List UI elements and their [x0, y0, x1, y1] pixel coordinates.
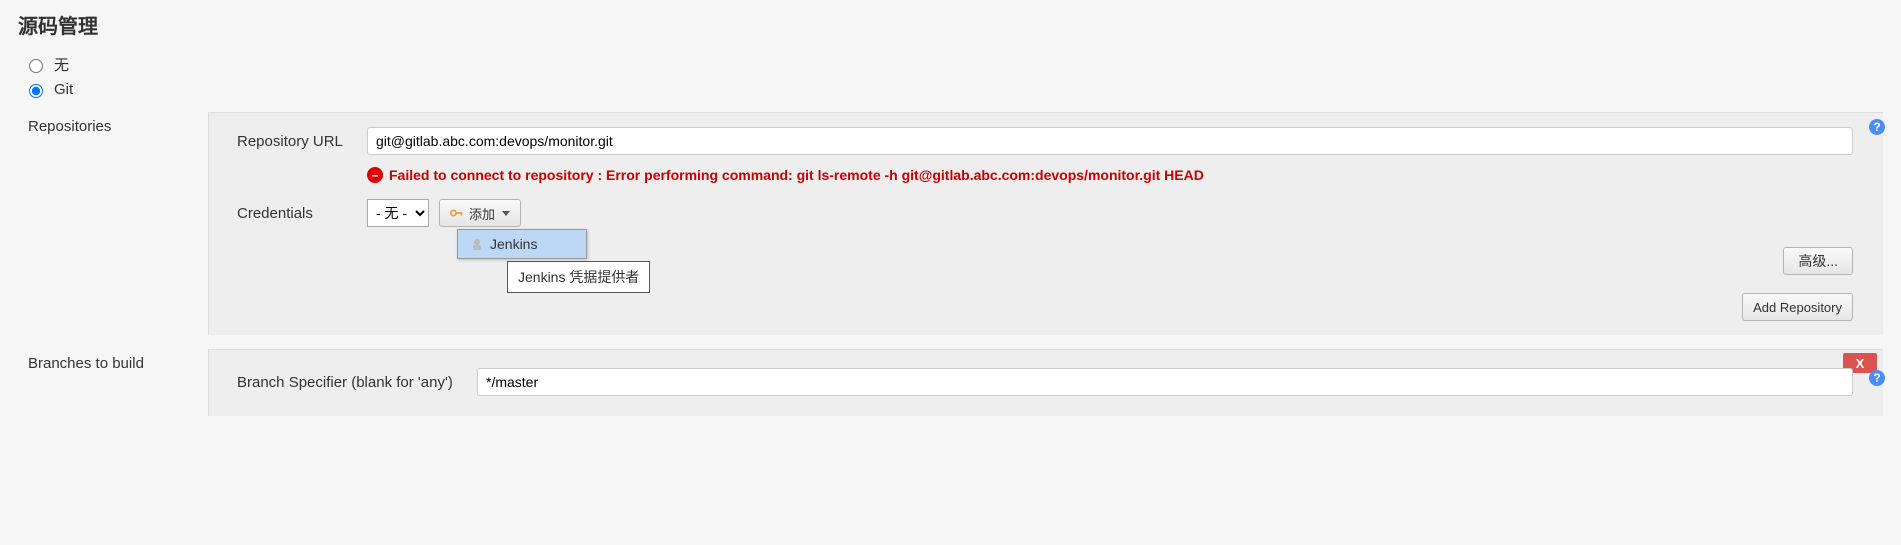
credentials-dropdown-item-jenkins[interactable]: Jenkins: [458, 230, 586, 258]
scm-option-git[interactable]: Git: [24, 81, 1883, 98]
repo-url-input[interactable]: [367, 127, 1853, 155]
caret-icon: [502, 211, 510, 216]
error-icon: [367, 167, 383, 183]
repo-error: Failed to connect to repository : Error …: [367, 167, 1853, 183]
repositories-block: Repositories Repository URL Failed to co…: [28, 112, 1883, 335]
credentials-select[interactable]: - 无 -: [367, 199, 429, 227]
repo-url-label: Repository URL: [237, 127, 367, 150]
help-icon[interactable]: [1869, 370, 1885, 386]
section-title: 源码管理: [18, 10, 1883, 39]
radio-none-label: 无: [54, 54, 69, 75]
repo-error-text: Failed to connect to repository : Error …: [389, 167, 1204, 183]
branch-specifier-label: Branch Specifier (blank for 'any'): [237, 368, 477, 391]
branches-block: Branches to build X Branch Specifier (bl…: [28, 349, 1883, 416]
add-credentials-button[interactable]: 添加: [439, 199, 521, 227]
credentials-tooltip: Jenkins 凭据提供者: [507, 261, 650, 293]
key-icon: [450, 207, 464, 219]
jenkins-icon: [470, 237, 484, 251]
credentials-label: Credentials: [237, 199, 367, 222]
branch-specifier-input[interactable]: [477, 368, 1853, 396]
branches-label: Branches to build: [28, 349, 208, 416]
credentials-dropdown: Jenkins: [457, 229, 587, 259]
advanced-button[interactable]: 高级...: [1783, 247, 1853, 275]
credentials-dropdown-item-label: Jenkins: [490, 236, 537, 252]
add-credentials-label: 添加: [469, 204, 495, 223]
add-repository-button[interactable]: Add Repository: [1742, 293, 1853, 321]
radio-git-label: Git: [54, 81, 73, 98]
radio-git[interactable]: [29, 84, 43, 98]
help-icon[interactable]: [1869, 119, 1885, 135]
radio-none[interactable]: [29, 59, 43, 73]
repositories-label: Repositories: [28, 112, 208, 335]
scm-option-none[interactable]: 无: [24, 54, 1883, 75]
